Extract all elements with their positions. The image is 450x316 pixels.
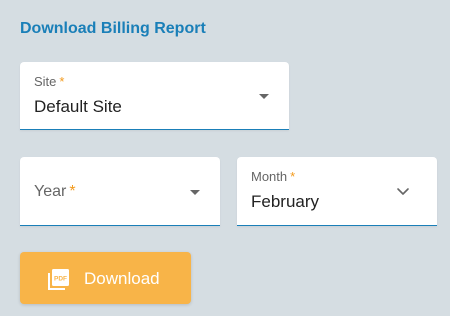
chevron-down-icon[interactable] bbox=[395, 183, 411, 199]
download-button-label: Download bbox=[84, 269, 160, 288]
pdf-icon-text: PDF bbox=[54, 276, 67, 283]
panel-title: Download Billing Report bbox=[20, 20, 206, 37]
month-value: February bbox=[251, 192, 320, 211]
dropdown-caret-icon[interactable] bbox=[190, 190, 200, 195]
required-mark: * bbox=[290, 169, 296, 184]
month-select[interactable]: Month * February bbox=[237, 157, 437, 226]
month-label: Month * bbox=[251, 169, 295, 184]
year-label: Year * bbox=[34, 183, 76, 201]
billing-report-panel: Download Billing Report Site * Default Si… bbox=[0, 0, 450, 316]
download-button[interactable]: PDF Download bbox=[20, 252, 191, 304]
required-mark: * bbox=[69, 183, 76, 200]
site-value: Default Site bbox=[34, 97, 122, 116]
month-label-text: Month bbox=[251, 169, 288, 184]
required-mark: * bbox=[59, 74, 65, 89]
site-label-text: Site bbox=[34, 74, 57, 89]
site-label: Site * bbox=[34, 74, 64, 89]
year-select[interactable]: Year * bbox=[20, 157, 220, 226]
site-select[interactable]: Site * Default Site bbox=[20, 62, 289, 130]
dropdown-caret-icon[interactable] bbox=[259, 94, 269, 99]
year-label-text: Year bbox=[34, 183, 67, 200]
pdf-icon: PDF bbox=[48, 269, 69, 290]
